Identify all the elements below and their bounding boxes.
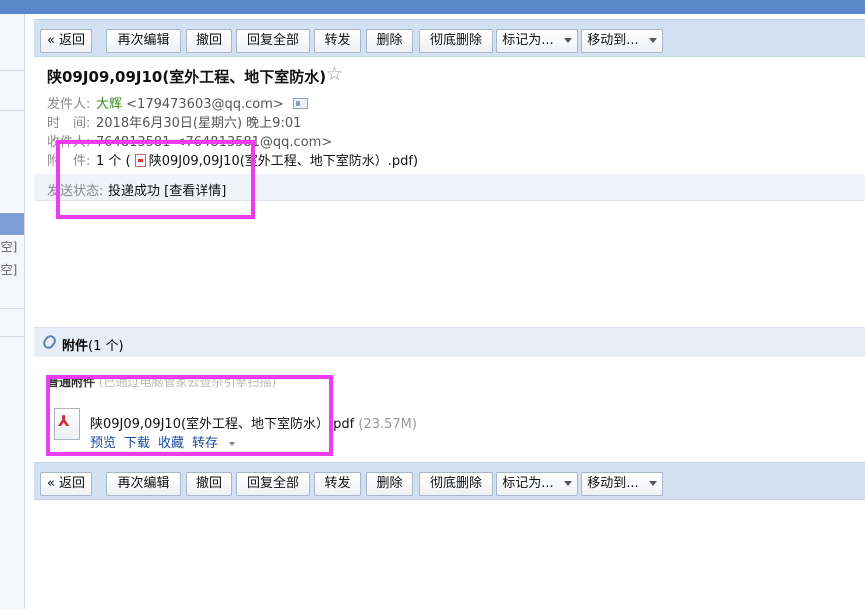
mark-as-label: 标记为...	[502, 33, 554, 48]
recall-button[interactable]: 撤回	[186, 472, 232, 496]
from-row: 发件人: 大辉 <179473603@qq.com>	[47, 93, 308, 112]
delete-button[interactable]: 删除	[366, 29, 413, 53]
mark-as-dropdown[interactable]: 标记为...	[496, 29, 578, 53]
sender-name[interactable]: 大辉	[96, 97, 122, 112]
paperclip-icon	[40, 333, 59, 351]
reply-all-button[interactable]: 回复全部	[236, 472, 310, 496]
back-button[interactable]: « 返回	[40, 472, 92, 496]
chevron-down-icon	[563, 38, 572, 43]
delete-permanently-button[interactable]: 彻底删除	[419, 29, 493, 53]
highlight-box-attachment-file	[46, 375, 333, 456]
delete-permanently-button[interactable]: 彻底删除	[419, 472, 493, 496]
bottom-toolbar: « 返回 再次编辑 撤回 回复全部 转发 删除 彻底删除 标记为... 移动到.…	[34, 462, 865, 500]
mail-subject: 陕09J09,09J10(室外工程、地下室防水)	[47, 68, 327, 86]
chevron-down-icon	[648, 38, 657, 43]
sidebar-divider	[0, 70, 24, 71]
attachment-file-size: (23.57M)	[354, 417, 417, 432]
attachments-header: 附件(1 个)	[34, 328, 865, 357]
sidebar-item-label[interactable]: [空]	[0, 238, 17, 255]
move-to-dropdown[interactable]: 移动到...	[581, 29, 663, 53]
attachments-count: (1 个)	[88, 339, 124, 354]
forward-button[interactable]: 转发	[314, 472, 361, 496]
reply-all-button[interactable]: 回复全部	[236, 29, 310, 53]
sidebar-item-label[interactable]: [空]	[0, 261, 17, 278]
time-value: 2018年6月30日(星期六) 晚上9:01	[96, 116, 302, 131]
sidebar-divider	[0, 308, 24, 309]
folder-sidebar: [空] [空]	[0, 14, 25, 609]
recall-button[interactable]: 撤回	[186, 29, 232, 53]
top-toolbar: « 返回 再次编辑 撤回 回复全部 转发 删除 彻底删除 标记为... 移动到.…	[34, 19, 865, 57]
star-icon[interactable]: ☆	[326, 63, 343, 85]
attachments-title-text: 附件	[62, 339, 89, 354]
highlight-box-attachment-info	[56, 140, 255, 219]
move-to-label: 移动到...	[587, 476, 639, 491]
sidebar-selected-item[interactable]	[0, 213, 24, 235]
chevron-down-icon	[563, 481, 572, 486]
contact-card-icon[interactable]	[292, 98, 308, 109]
from-label: 发件人:	[47, 97, 91, 112]
edit-again-button[interactable]: 再次编辑	[106, 472, 181, 496]
mail-reading-pane: « 返回 再次编辑 撤回 回复全部 转发 删除 彻底删除 标记为... 移动到.…	[34, 14, 865, 609]
time-row: 时 间: 2018年6月30日(星期六) 晚上9:01	[47, 112, 301, 131]
back-button[interactable]: « 返回	[40, 29, 92, 53]
sidebar-divider	[0, 336, 24, 337]
move-to-dropdown[interactable]: 移动到...	[581, 472, 663, 496]
top-header-bar	[0, 0, 865, 14]
sidebar-divider	[0, 110, 24, 111]
move-to-label: 移动到...	[587, 33, 639, 48]
attachments-title: 附件(1 个)	[62, 335, 124, 354]
mail-window: [空] [空] « 返回 再次编辑 撤回 回复全部 转发 删除 彻底删除 标记为…	[0, 0, 865, 609]
chevron-down-icon	[648, 481, 657, 486]
edit-again-button[interactable]: 再次编辑	[106, 29, 181, 53]
mark-as-dropdown[interactable]: 标记为...	[496, 472, 578, 496]
delete-button[interactable]: 删除	[366, 472, 413, 496]
forward-button[interactable]: 转发	[314, 29, 361, 53]
time-label: 时 间:	[47, 116, 91, 131]
mark-as-label: 标记为...	[502, 476, 554, 491]
sender-address: <179473603@qq.com>	[126, 97, 284, 112]
